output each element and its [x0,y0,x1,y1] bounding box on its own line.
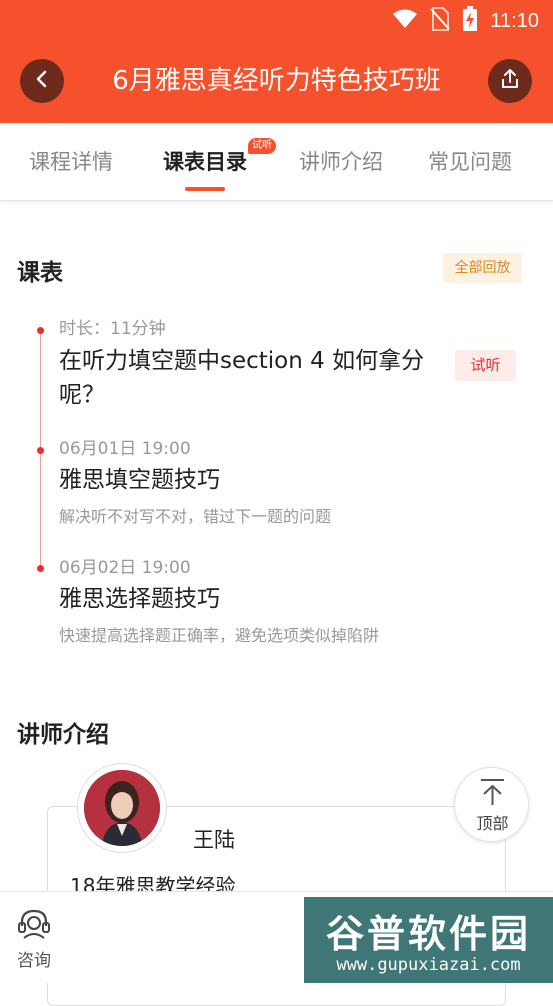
watermark: 谷普软件园 www.gupuxiazai.com [304,897,553,983]
lesson-time: 06月01日 19:00 [59,439,191,459]
trial-badge[interactable]: 试听 [455,350,516,381]
app-bar: 6月雅思真经听力特色技巧班 [0,40,553,123]
status-bar: 11:10 [0,0,553,40]
lesson-description: 快速提高选择题正确率，避免选项类似掉陷阱 [59,626,380,645]
instructors-heading: 讲师介绍 [17,722,109,748]
share-button[interactable] [488,59,532,103]
consult-button[interactable]: 咨询 [12,908,56,971]
page-title: 6月雅思真经听力特色技巧班 [112,66,441,96]
back-to-top-label: 顶部 [476,814,509,833]
consult-label: 咨询 [17,951,51,971]
lesson-time: 06月02日 19:00 [59,558,191,578]
lesson-title-line: 呢？ [59,382,105,408]
status-time: 11:10 [490,9,539,32]
timeline-dot [37,565,44,572]
tab-instructors[interactable]: 讲师介绍 [299,147,383,177]
back-to-top-button[interactable]: 顶部 [454,767,529,842]
lesson-title-line: 在听力填空题中section 4 如何拿分 [59,348,425,374]
tab-schedule[interactable]: 课表目录 [163,147,247,177]
schedule-heading: 课表 [17,260,63,286]
status-icons: 11:10 [392,6,539,36]
tab-bar: 课程详情 课表目录 讲师介绍 常见问题 [0,123,553,201]
share-icon [499,68,521,94]
tab-faq[interactable]: 常见问题 [428,147,512,177]
no-sim-icon [430,7,451,35]
timeline-dot [37,447,44,454]
wifi-icon [392,8,418,34]
headset-icon [16,909,52,944]
tab-course-details[interactable]: 课程详情 [29,147,113,177]
watermark-url: www.gupuxiazai.com [336,955,521,975]
lesson-title[interactable]: 雅思选择题技巧 [59,582,220,616]
back-arrow-icon [32,69,52,93]
replay-all-button[interactable]: 全部回放 [443,253,522,283]
lesson-duration: 时长：11分钟 [59,319,166,339]
watermark-title: 谷普软件园 [325,912,531,956]
teacher-avatar [84,770,160,846]
lesson-description: 解决听不对写不对，错过下一题的问题 [59,507,332,526]
teacher-name: 王陆 [193,828,235,852]
trial-tab-badge: 试听 [248,138,276,154]
back-button[interactable] [20,59,64,103]
timeline-dot [37,327,44,334]
arrow-up-icon [479,778,506,810]
lesson-title[interactable]: 雅思填空题技巧 [59,463,220,497]
active-tab-indicator [185,187,225,191]
lesson-title[interactable]: 在听力填空题中section 4 如何拿分 呢？ [59,344,424,412]
battery-charging-icon [462,6,478,36]
